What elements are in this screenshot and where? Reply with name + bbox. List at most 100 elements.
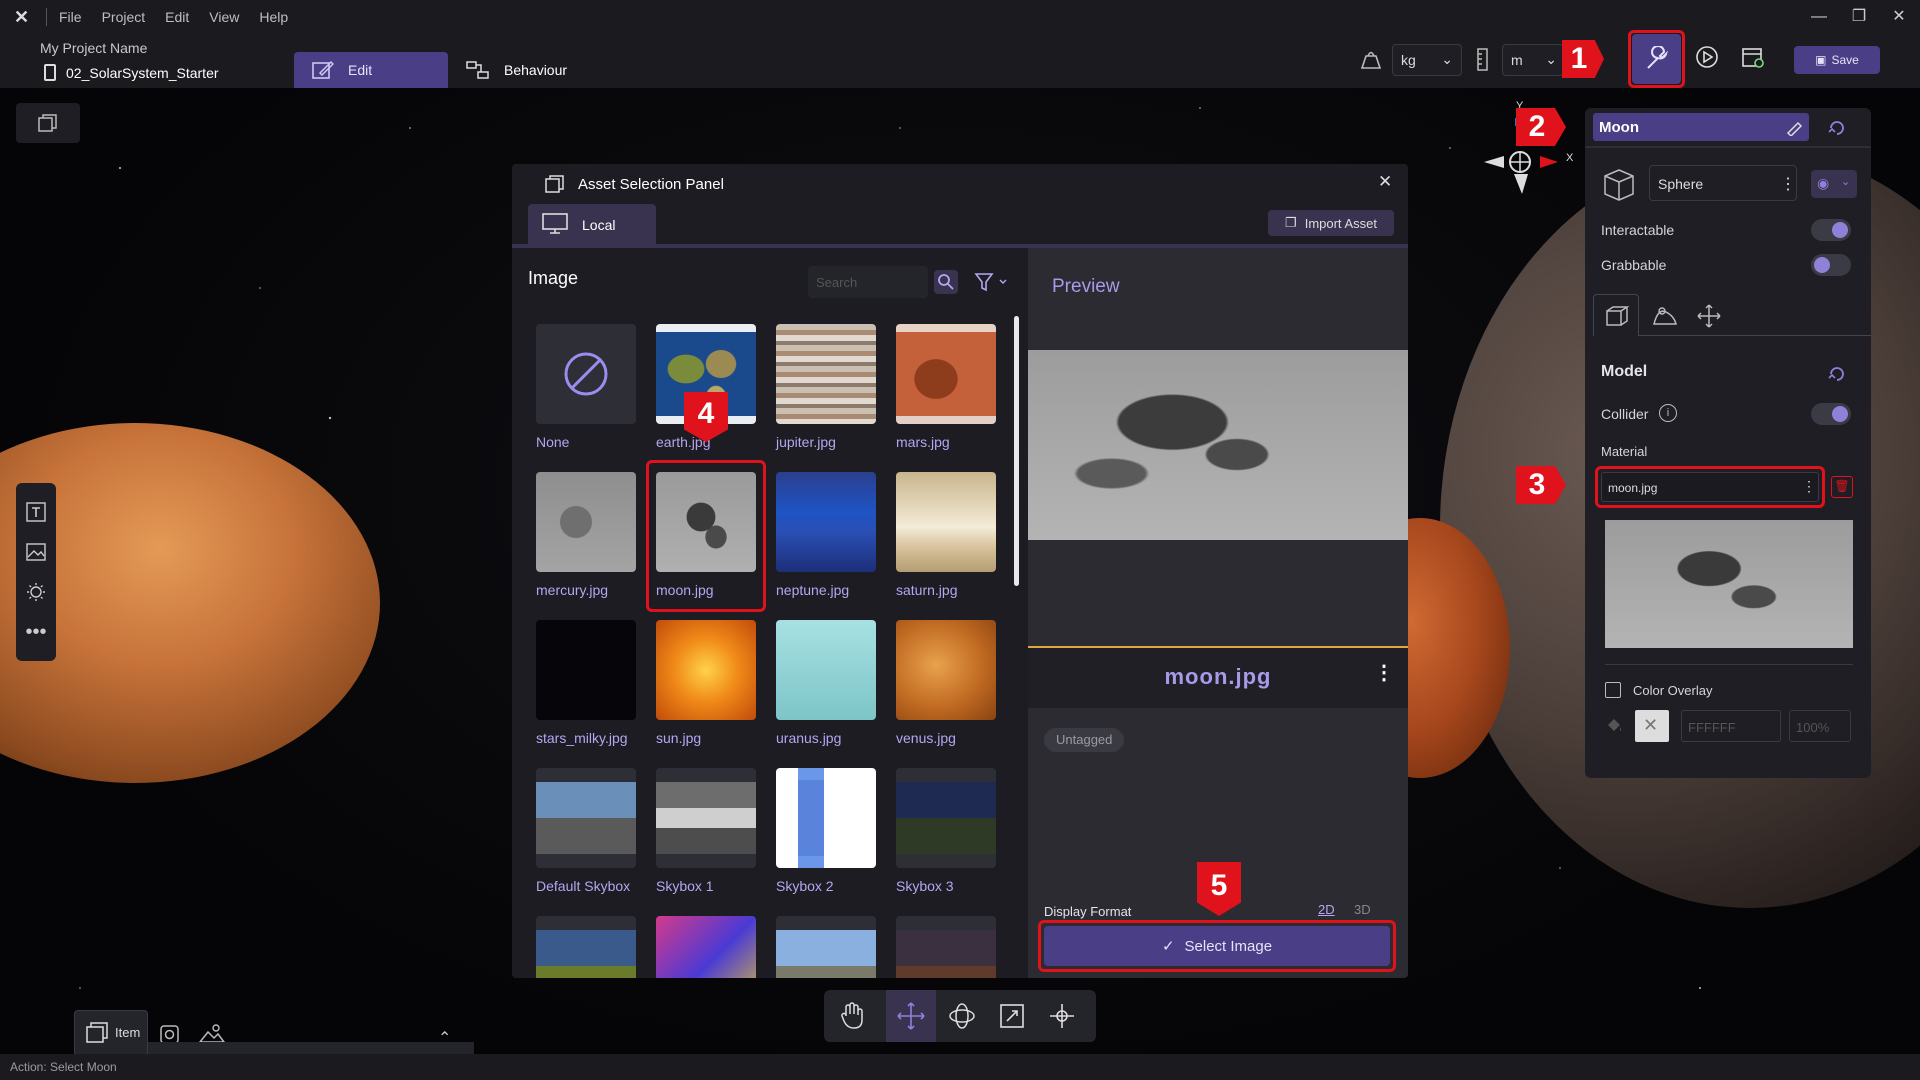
restore-icon[interactable]: ❐ <box>1848 8 1870 26</box>
asset-thumb-venus[interactable] <box>896 620 996 720</box>
format-2d-toggle[interactable]: 2D <box>1318 902 1335 917</box>
menu-view[interactable]: View <box>209 9 239 25</box>
reset-icon[interactable] <box>1827 364 1847 384</box>
more-options-icon[interactable]: ⋮ <box>1374 660 1394 685</box>
filter-icon <box>974 273 1007 292</box>
behaviour-icon <box>466 61 489 79</box>
tab-item-label: Item <box>115 1025 141 1040</box>
color-overlay-label: Color Overlay <box>1633 683 1713 698</box>
minimize-icon[interactable]: — <box>1808 8 1830 26</box>
scale-icon <box>1000 1004 1024 1028</box>
tab-model[interactable] <box>1593 294 1639 336</box>
search-input[interactable]: Search <box>808 266 928 298</box>
hand-tool-button[interactable] <box>830 994 874 1038</box>
asset-thumb-mercury[interactable] <box>536 472 636 572</box>
asset-thumb-saturn[interactable] <box>896 472 996 572</box>
chevron-down-icon: ⌄ <box>1841 176 1851 188</box>
annotation-frame-4 <box>646 460 766 612</box>
import-asset-button[interactable]: ❐ Import Asset <box>1268 210 1394 236</box>
tag-badge[interactable]: Untagged <box>1044 728 1125 752</box>
material-select[interactable]: moon.jpg ⋮ <box>1601 472 1819 502</box>
tab-item[interactable]: Item <box>74 1010 148 1054</box>
image-tool-button[interactable] <box>17 533 55 571</box>
visibility-toggle[interactable]: ◉ ⌄ <box>1811 170 1857 198</box>
tab-behaviour[interactable]: Behaviour <box>466 52 606 88</box>
asset-thumb-skybox-1[interactable] <box>656 768 756 868</box>
interactable-toggle[interactable] <box>1811 219 1851 241</box>
grid-scrollbar[interactable] <box>1014 316 1019 586</box>
asset-thumb-stars[interactable] <box>536 620 636 720</box>
chevron-up-icon[interactable]: ⌃ <box>438 1028 451 1048</box>
text-tool-button[interactable] <box>17 493 55 531</box>
opacity-input[interactable]: 100% <box>1789 710 1851 742</box>
tab-transform[interactable] <box>1689 298 1729 334</box>
tab-edit[interactable]: Edit <box>294 52 448 88</box>
length-unit-select[interactable]: m ⌄ <box>1502 44 1564 76</box>
more-options-icon[interactable]: ⋮ <box>1780 174 1796 194</box>
asset-thumb-skybox[interactable] <box>536 916 636 978</box>
scene-name[interactable]: 02_SolarSystem_Starter <box>66 65 219 81</box>
scale-tool-button[interactable] <box>990 994 1034 1038</box>
close-window-icon[interactable]: ✕ <box>1888 8 1910 26</box>
close-icon[interactable]: ✕ <box>1378 172 1392 192</box>
venus-planet[interactable] <box>0 423 380 783</box>
settings-button[interactable] <box>1632 34 1681 84</box>
menu-edit[interactable]: Edit <box>165 9 189 25</box>
asset-thumb-skybox-3[interactable] <box>896 768 996 868</box>
color-hex-input[interactable]: FFFFFF <box>1681 710 1781 742</box>
project-name: My Project Name <box>40 40 148 56</box>
color-overlay-checkbox[interactable] <box>1605 682 1621 698</box>
app-logo-icon: ✕ <box>14 6 30 27</box>
search-button[interactable] <box>934 270 958 294</box>
asset-thumb-default-skybox[interactable] <box>536 768 636 868</box>
info-icon[interactable]: i <box>1659 404 1677 422</box>
shape-select[interactable]: Sphere ⋮ <box>1649 165 1797 201</box>
pivot-tool-button[interactable] <box>1040 994 1084 1038</box>
pencil-icon[interactable] <box>1785 118 1803 136</box>
asset-thumb-skybox[interactable] <box>776 916 876 978</box>
asset-thumb-jupiter[interactable] <box>776 324 876 424</box>
color-swatch[interactable]: ✕ <box>1635 710 1669 742</box>
select-image-label: Select Image <box>1184 937 1273 955</box>
play-button[interactable] <box>1690 40 1724 74</box>
menu-help[interactable]: Help <box>259 9 288 25</box>
select-image-button[interactable]: ✓ Select Image <box>1044 926 1390 966</box>
tab-animation[interactable] <box>1645 298 1685 334</box>
move-tool-button[interactable] <box>886 990 936 1042</box>
publish-button[interactable] <box>1736 40 1770 74</box>
collider-toggle[interactable] <box>1811 403 1851 425</box>
asset-label: stars_milky.jpg <box>536 730 628 746</box>
delete-material-button[interactable]: 🗑 <box>1831 476 1853 498</box>
play-icon <box>1696 46 1718 68</box>
layers-button[interactable] <box>16 103 80 143</box>
asset-thumb-skybox[interactable] <box>656 916 756 978</box>
asset-thumb-none[interactable] <box>536 324 636 424</box>
menu-project[interactable]: Project <box>102 9 146 25</box>
asset-thumb-skybox[interactable] <box>896 916 996 978</box>
asset-label: uranus.jpg <box>776 730 842 746</box>
menu-file[interactable]: File <box>59 9 82 25</box>
asset-label: mars.jpg <box>896 434 950 450</box>
object-name-field[interactable]: Moon <box>1593 113 1809 141</box>
asset-thumb-sun[interactable] <box>656 620 756 720</box>
asset-label: saturn.jpg <box>896 582 958 598</box>
light-tool-button[interactable] <box>17 573 55 611</box>
mass-unit-select[interactable]: kg ⌄ <box>1392 44 1462 76</box>
save-button[interactable]: ▣ Save <box>1794 46 1880 74</box>
asset-thumb-skybox-2[interactable] <box>776 768 876 868</box>
sun-icon <box>27 583 45 601</box>
filter-button[interactable] <box>972 270 1012 294</box>
grabbable-toggle[interactable] <box>1811 254 1851 276</box>
asset-thumb-mars[interactable] <box>896 324 996 424</box>
title-bar: ✕ File Project Edit View Help — ❐ ✕ <box>0 0 1920 34</box>
reset-icon[interactable] <box>1827 118 1847 138</box>
more-options-icon[interactable]: ⋮ <box>1802 478 1816 495</box>
tab-local[interactable]: Local <box>528 204 656 244</box>
more-tools-icon[interactable]: ••• <box>17 613 55 651</box>
preview-title: Preview <box>1052 276 1120 297</box>
asset-thumb-neptune[interactable] <box>776 472 876 572</box>
format-3d-toggle[interactable]: 3D <box>1354 902 1371 917</box>
search-icon <box>938 274 954 290</box>
asset-thumb-uranus[interactable] <box>776 620 876 720</box>
rotate-tool-button[interactable] <box>940 994 984 1038</box>
